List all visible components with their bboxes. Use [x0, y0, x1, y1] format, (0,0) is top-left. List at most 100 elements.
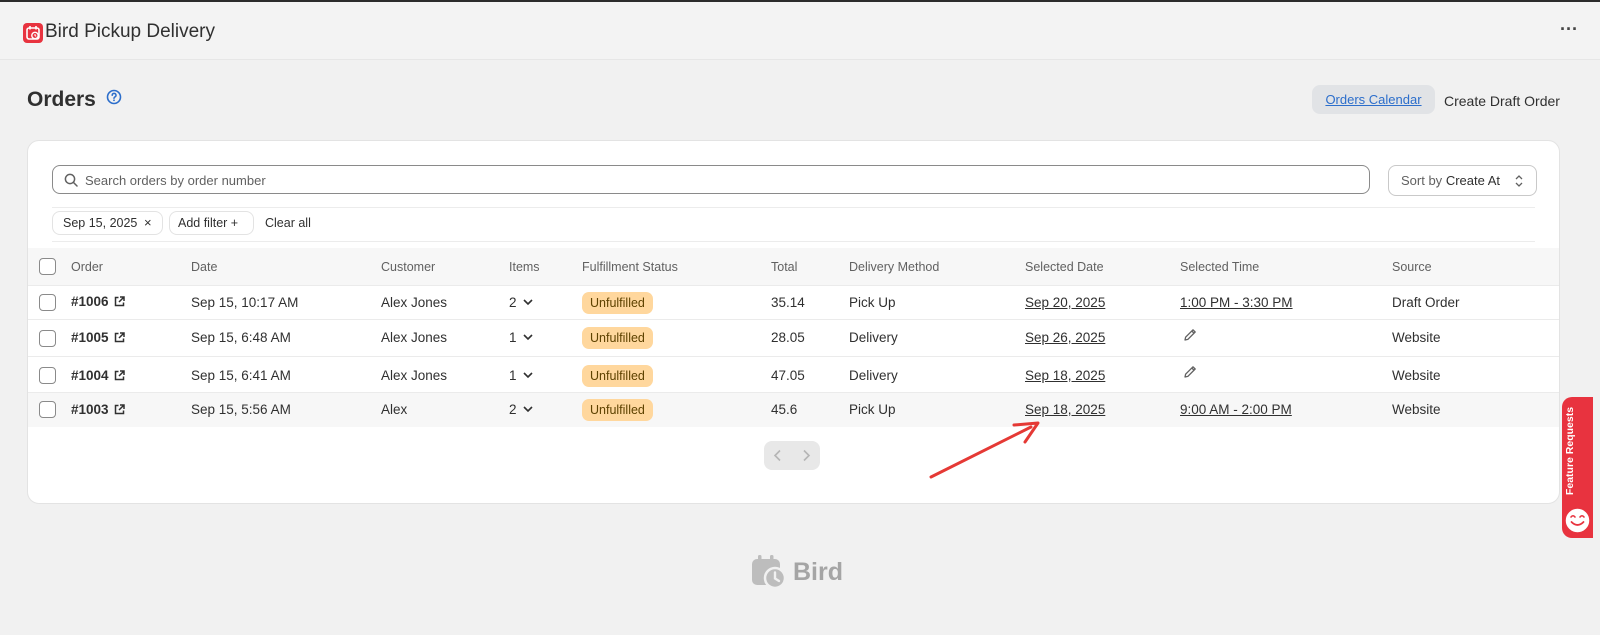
order-number: #1006 [71, 294, 109, 309]
order-link[interactable]: #1005 [71, 330, 125, 345]
sort-select[interactable]: Sort by Create At [1388, 165, 1537, 196]
items-count: 2 [509, 295, 517, 310]
chevron-right-icon [803, 449, 811, 462]
help-icon[interactable] [106, 89, 122, 105]
customer-name: Alex [381, 402, 408, 417]
items-count: 1 [509, 368, 517, 383]
order-date: Sep 15, 6:48 AM [191, 330, 291, 345]
delivery-method: Delivery [849, 368, 898, 383]
footer-brand: Bird [793, 558, 843, 586]
header-total: Total [771, 260, 798, 274]
selected-date-link[interactable]: Sep 26, 2025 [1025, 330, 1105, 345]
order-source: Website [1392, 330, 1441, 345]
order-link[interactable]: #1004 [71, 368, 125, 383]
status-badge: Unfulfilled [582, 292, 653, 314]
search-field[interactable] [52, 165, 1370, 194]
external-link-icon [114, 370, 125, 381]
order-source: Draft Order [1392, 295, 1460, 310]
filter-chip-label: Sep 15, 2025 [63, 216, 138, 230]
selected-date-link[interactable]: Sep 18, 2025 [1025, 368, 1105, 383]
customer-name: Alex Jones [381, 330, 448, 345]
edit-pencil-icon[interactable] [1182, 327, 1198, 343]
order-source: Website [1392, 368, 1441, 383]
search-input[interactable] [85, 171, 1355, 189]
app-frame: Bird Pickup Delivery ··· Orders Orders C… [0, 0, 1600, 635]
table-header: Order Date Customer Items Fulfillment St… [28, 248, 1559, 286]
order-total: 45.6 [771, 402, 798, 417]
chevron-down-icon [522, 334, 533, 341]
delivery-method: Pick Up [849, 402, 896, 417]
order-number: #1003 [71, 402, 109, 417]
order-date: Sep 15, 5:56 AM [191, 402, 291, 417]
top-bar: Bird Pickup Delivery ··· [0, 2, 1600, 60]
clear-all-button[interactable]: Clear all [265, 216, 311, 230]
customer-name: Alex Jones [381, 295, 448, 310]
items-count: 2 [509, 402, 517, 417]
header-date: Date [191, 260, 218, 274]
items-toggle[interactable]: 2 [509, 295, 533, 310]
order-link[interactable]: #1006 [71, 294, 125, 309]
more-actions-button[interactable]: ··· [1555, 20, 1583, 42]
items-count: 1 [509, 330, 517, 345]
header-selected-time: Selected Time [1180, 260, 1260, 274]
table-row[interactable]: #1003 Sep 15, 5:56 AM Alex 2 Unfulfilled… [28, 393, 1559, 427]
chevron-down-icon [522, 299, 533, 306]
chevron-down-icon [522, 372, 533, 379]
external-link-icon [114, 404, 125, 415]
next-page-button[interactable] [792, 441, 820, 470]
delivery-method: Pick Up [849, 295, 896, 310]
search-icon [64, 173, 78, 187]
row-checkbox[interactable] [39, 367, 56, 384]
table-row[interactable]: #1005 Sep 15, 6:48 AM Alex Jones 1 Unful… [28, 320, 1559, 357]
items-toggle[interactable]: 1 [509, 330, 533, 345]
header-fulfillment-status: Fulfillment Status [582, 260, 678, 274]
previous-page-button[interactable] [764, 441, 792, 470]
items-toggle[interactable]: 1 [509, 368, 533, 383]
row-checkbox[interactable] [39, 330, 56, 347]
order-number: #1004 [71, 368, 109, 383]
external-link-icon [114, 296, 125, 307]
status-badge: Unfulfilled [582, 399, 653, 421]
header-delivery-method: Delivery Method [849, 260, 940, 274]
selected-date-link[interactable]: Sep 18, 2025 [1025, 402, 1105, 417]
row-checkbox[interactable] [39, 294, 56, 311]
header-order: Order [71, 260, 103, 274]
page-title: Orders [27, 88, 96, 111]
orders-calendar-button[interactable]: Orders Calendar [1312, 85, 1435, 114]
add-filter-button[interactable]: Add filter + [169, 211, 254, 235]
filter-chip-date[interactable]: Sep 15, 2025 × [52, 211, 163, 235]
external-link-icon [114, 332, 125, 343]
pagination [764, 441, 820, 470]
table-row[interactable]: #1006 Sep 15, 10:17 AM Alex Jones 2 Unfu… [28, 286, 1559, 320]
chevron-left-icon [773, 449, 781, 462]
sort-value: Create At [1445, 173, 1501, 188]
divider [52, 207, 1535, 208]
row-checkbox[interactable] [39, 401, 56, 418]
order-total: 47.05 [771, 368, 805, 383]
delivery-method: Delivery [849, 330, 898, 345]
feature-requests-label: Feature Requests [1564, 406, 1576, 496]
order-source: Website [1392, 402, 1441, 417]
bird-logo-icon [752, 555, 787, 590]
select-all-checkbox[interactable] [39, 258, 56, 275]
header-selected-date: Selected Date [1025, 260, 1104, 274]
edit-pencil-icon[interactable] [1182, 364, 1198, 380]
items-toggle[interactable]: 2 [509, 402, 533, 417]
selected-time-link[interactable]: 9:00 AM - 2:00 PM [1180, 402, 1292, 417]
header-customer: Customer [381, 260, 436, 274]
chevron-up-down-icon [1515, 175, 1523, 187]
sort-prefix: Sort by [1401, 173, 1443, 188]
remove-filter-icon[interactable]: × [144, 212, 152, 234]
status-badge: Unfulfilled [582, 365, 653, 387]
create-draft-order-button[interactable]: Create Draft Order [1444, 93, 1560, 109]
smiley-face-icon [1564, 507, 1591, 534]
header-source: Source [1392, 260, 1432, 274]
order-date: Sep 15, 10:17 AM [191, 295, 299, 310]
order-link[interactable]: #1003 [71, 402, 125, 417]
table-row[interactable]: #1004 Sep 15, 6:41 AM Alex Jones 1 Unful… [28, 357, 1559, 393]
app-title: Bird Pickup Delivery [45, 21, 215, 42]
feature-requests-tab[interactable]: Feature Requests [1562, 397, 1593, 538]
selected-date-link[interactable]: Sep 20, 2025 [1025, 295, 1105, 310]
status-badge: Unfulfilled [582, 327, 653, 349]
selected-time-link[interactable]: 1:00 PM - 3:30 PM [1180, 295, 1293, 310]
